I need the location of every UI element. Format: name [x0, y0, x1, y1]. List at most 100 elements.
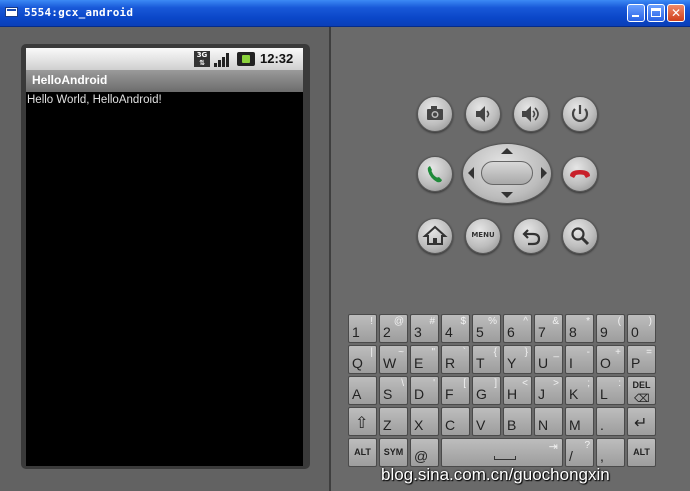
key-a[interactable]: A	[348, 376, 377, 405]
key-n[interactable]: N	[534, 407, 563, 436]
key-3[interactable]: 3 #	[410, 314, 439, 343]
key-slash[interactable]: /?	[565, 438, 594, 467]
dpad-center-button[interactable]	[481, 161, 533, 185]
key-alt[interactable]: ALT	[627, 438, 656, 467]
camera-button[interactable]	[417, 96, 453, 132]
key-label: ,	[600, 448, 604, 464]
key-label: W	[383, 355, 397, 371]
key-shift[interactable]: ⇧	[348, 407, 377, 436]
key-j[interactable]: J >	[534, 376, 563, 405]
volume-down-button[interactable]	[465, 96, 501, 132]
key-label: F	[445, 386, 454, 402]
search-button[interactable]	[562, 218, 598, 254]
power-button[interactable]	[562, 96, 598, 132]
key-label: 8	[569, 324, 577, 340]
power-icon	[571, 105, 589, 122]
back-button[interactable]	[513, 218, 549, 254]
dpad-up-arrow-icon[interactable]	[501, 148, 513, 154]
key-0[interactable]: 0)	[627, 314, 656, 343]
key-comma[interactable]: ,	[596, 438, 625, 467]
dpad-left-arrow-icon[interactable]	[468, 167, 474, 179]
dpad-down-arrow-icon[interactable]	[501, 192, 513, 198]
key-at[interactable]: @	[410, 438, 439, 467]
key-w[interactable]: W ~	[379, 345, 408, 374]
key-v[interactable]: V	[472, 407, 501, 436]
key-label: S	[383, 386, 393, 402]
key-sym[interactable]: SYM	[379, 438, 408, 467]
call-button[interactable]	[417, 156, 453, 192]
volume-up-icon	[522, 106, 539, 122]
key-alt-label: ^	[523, 316, 528, 327]
close-button[interactable]: ✕	[667, 4, 685, 22]
key-o[interactable]: O +	[596, 345, 625, 374]
dpad-right-arrow-icon[interactable]	[541, 167, 547, 179]
maximize-button[interactable]	[647, 4, 665, 22]
key-8[interactable]: 8 *	[565, 314, 594, 343]
key-alt-label: ]	[494, 378, 497, 389]
key-label: C	[445, 417, 456, 433]
key-e[interactable]: E "	[410, 345, 439, 374]
key-label: H	[507, 386, 518, 402]
device-screen[interactable]: 3G ⇅ 12:32 HelloAndroid Hello World, Hell…	[26, 48, 303, 466]
key-x[interactable]: X	[410, 407, 439, 436]
key-5[interactable]: 5%	[472, 314, 501, 343]
search-icon	[571, 227, 590, 246]
key-label: X	[414, 417, 424, 433]
key-alt-label: [	[463, 378, 466, 389]
battery-charging-icon	[237, 52, 255, 66]
menu-button[interactable]: MENU	[465, 218, 501, 254]
key-label: G	[476, 386, 487, 402]
key-period[interactable]: .	[596, 407, 625, 436]
key-c[interactable]: C	[441, 407, 470, 436]
key-label: 5	[476, 324, 484, 340]
end-call-icon	[570, 170, 590, 178]
key-i[interactable]: I-	[565, 345, 594, 374]
key-label: T	[476, 355, 485, 371]
key-b[interactable]: B	[503, 407, 532, 436]
key-s[interactable]: S \	[379, 376, 408, 405]
key-label: Y	[507, 355, 517, 371]
key-k[interactable]: K;	[565, 376, 594, 405]
key-label: Z	[383, 417, 392, 433]
key-alt[interactable]: ALT	[348, 438, 377, 467]
key-6[interactable]: 6 ^	[503, 314, 532, 343]
key-alt-label: ?	[584, 440, 590, 451]
android-status-bar[interactable]: 3G ⇅ 12:32	[26, 48, 303, 70]
key-f[interactable]: F[	[441, 376, 470, 405]
volume-up-button[interactable]	[513, 96, 549, 132]
back-icon	[522, 229, 541, 246]
key-g[interactable]: G]	[472, 376, 501, 405]
key-4[interactable]: 4 $	[441, 314, 470, 343]
key-label: D	[414, 386, 425, 402]
key-alt-label: ;	[587, 378, 590, 389]
key-del[interactable]: DEL ⌫	[627, 376, 656, 405]
key-label: ⇧	[355, 415, 369, 432]
key-enter[interactable]: ↵	[627, 407, 656, 436]
home-button[interactable]	[417, 218, 453, 254]
key-h[interactable]: H <	[503, 376, 532, 405]
key-7[interactable]: 7 &	[534, 314, 563, 343]
key-z[interactable]: Z	[379, 407, 408, 436]
key-9[interactable]: 9(	[596, 314, 625, 343]
key-label: L	[600, 386, 608, 402]
key-alt-label: %	[488, 316, 497, 327]
key-p[interactable]: P =	[627, 345, 656, 374]
emulator-window: 5554:gcx_android ✕ 3G ⇅ 12:32 HelloAndroi…	[0, 0, 690, 491]
key-t[interactable]: T{	[472, 345, 501, 374]
maximize-icon	[651, 8, 661, 17]
key-y[interactable]: Y}	[503, 345, 532, 374]
key-d[interactable]: D '	[410, 376, 439, 405]
end-call-button[interactable]	[562, 156, 598, 192]
key-label: V	[476, 417, 486, 433]
key-u[interactable]: U _	[534, 345, 563, 374]
key-l[interactable]: L:	[596, 376, 625, 405]
key-2[interactable]: 2 @	[379, 314, 408, 343]
key-r[interactable]: R `	[441, 345, 470, 374]
key-space[interactable]: ⇥	[441, 438, 563, 467]
minimize-button[interactable]	[627, 4, 645, 22]
window-titlebar[interactable]: 5554:gcx_android ✕	[0, 0, 690, 27]
key-1[interactable]: 1!	[348, 314, 377, 343]
key-q[interactable]: Q |	[348, 345, 377, 374]
key-m[interactable]: M	[565, 407, 594, 436]
key-label: N	[538, 417, 549, 433]
